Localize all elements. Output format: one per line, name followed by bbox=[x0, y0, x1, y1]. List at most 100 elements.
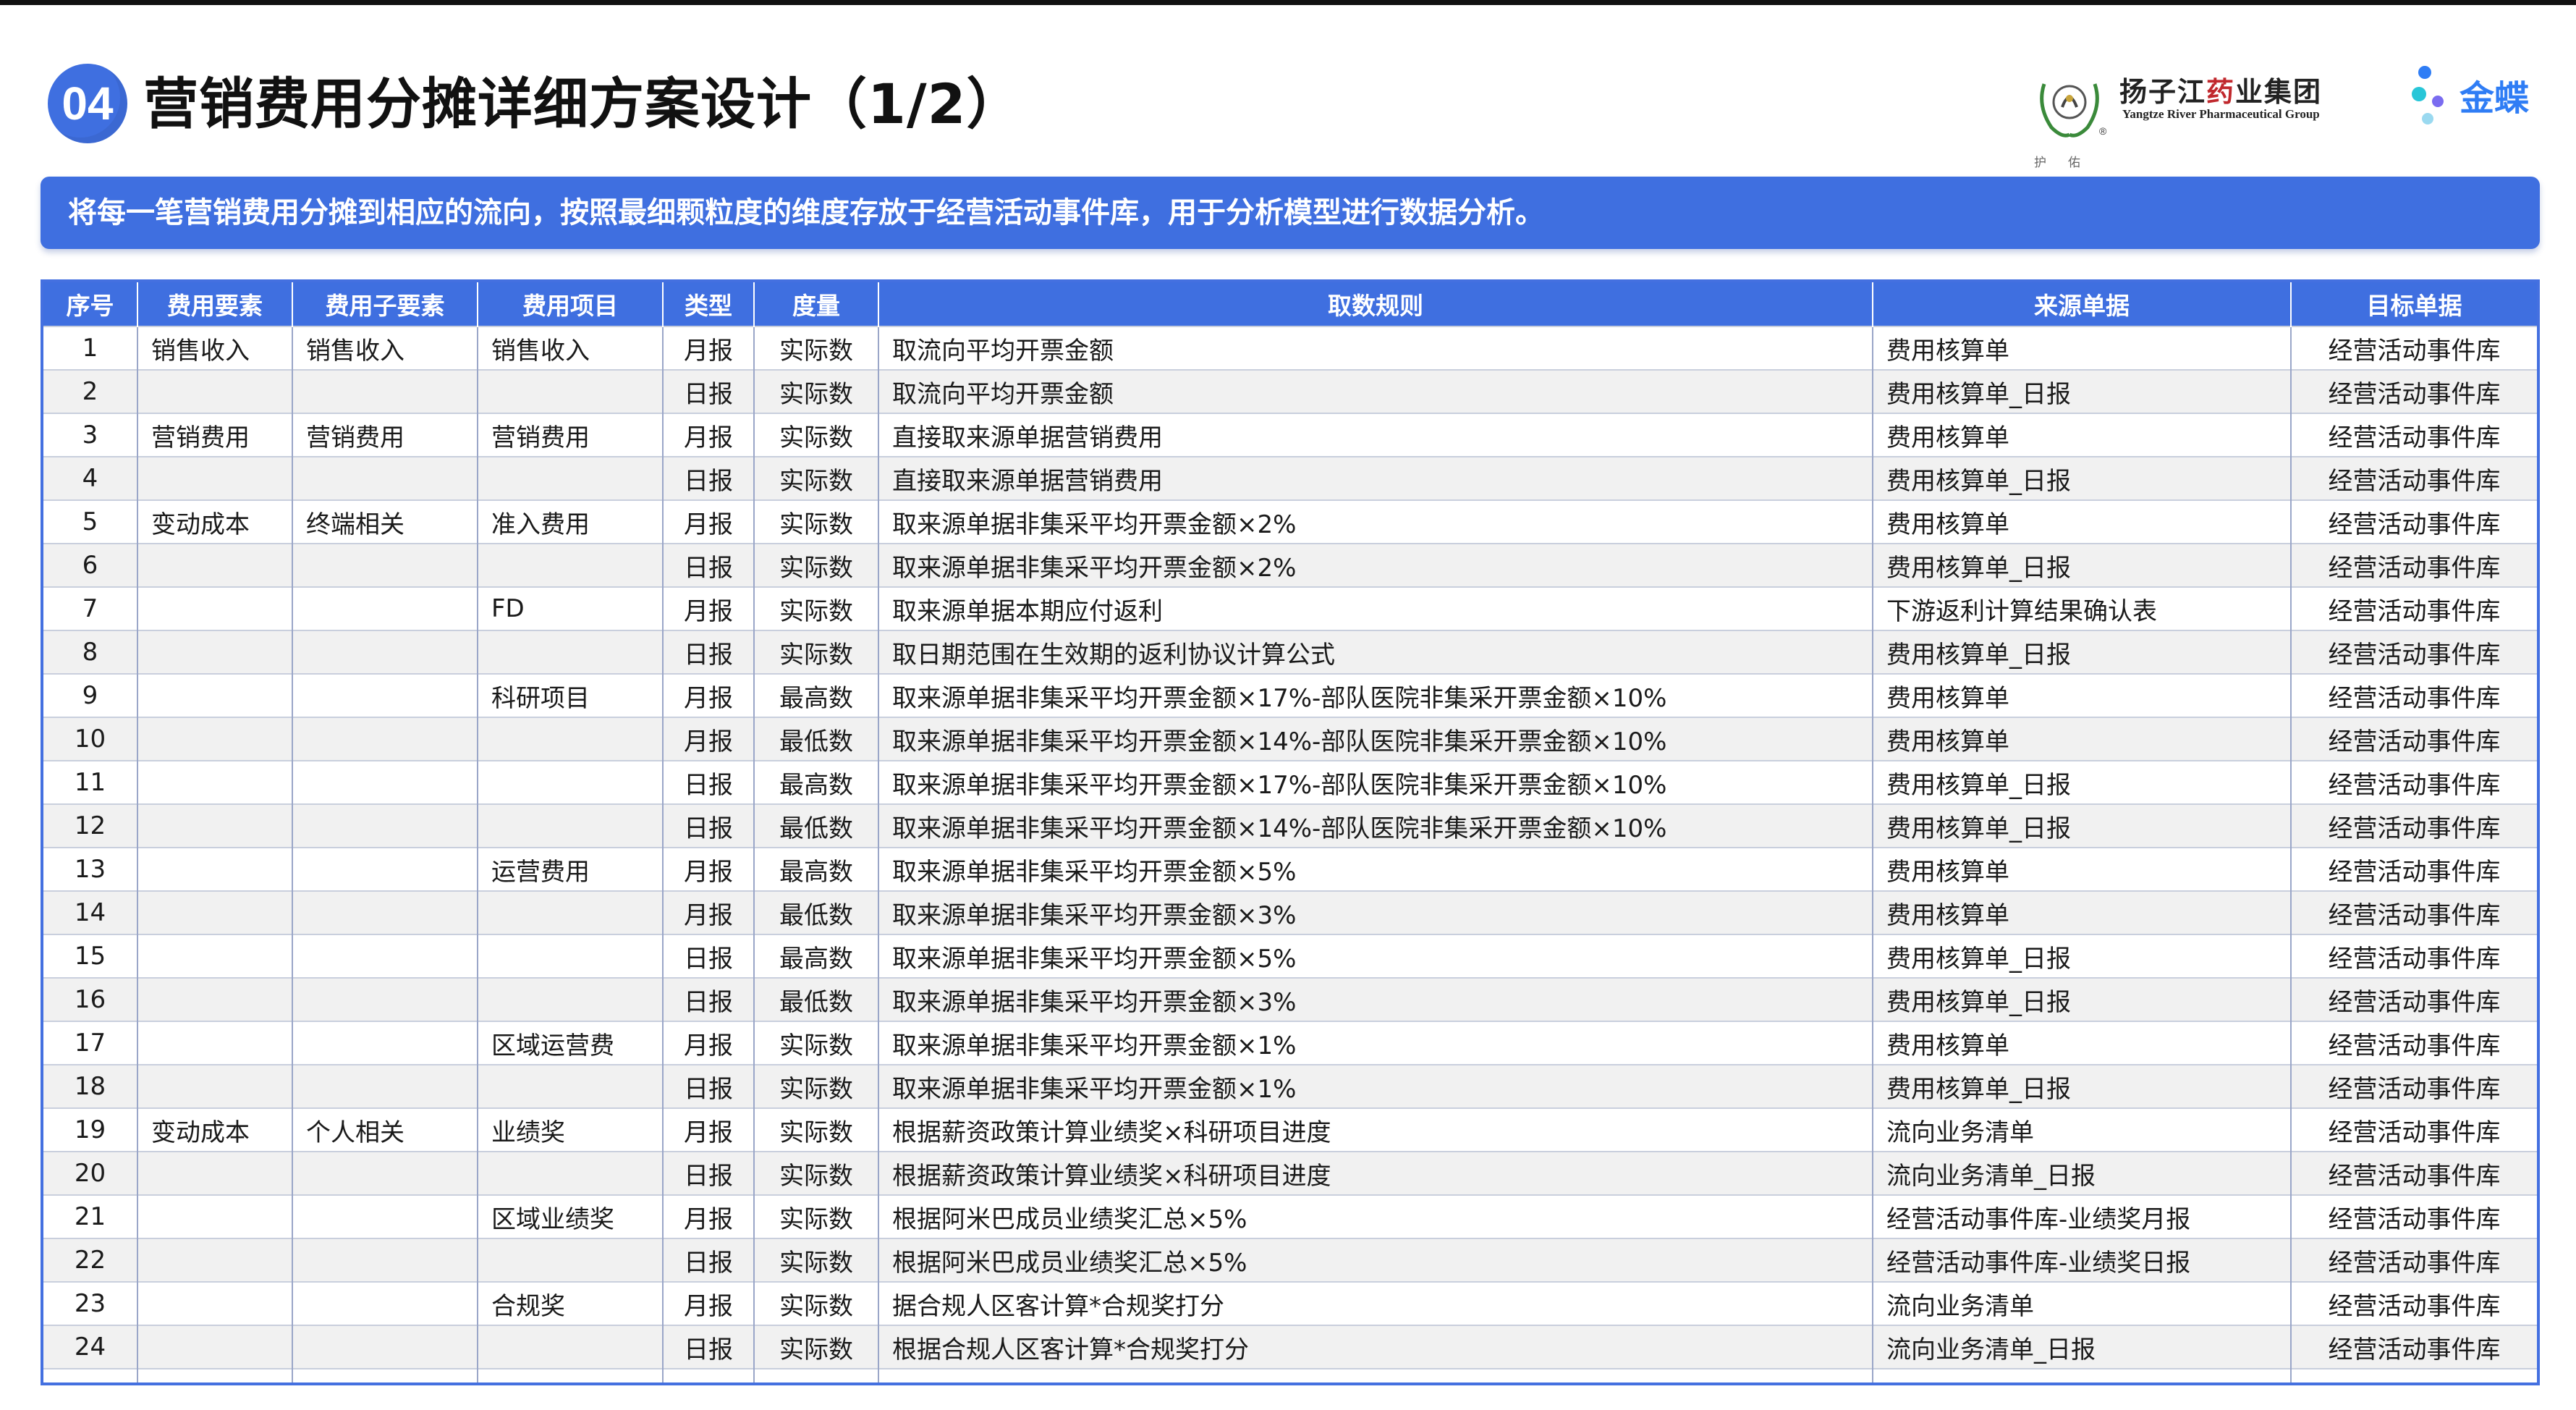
cell-measure: 最高数 bbox=[753, 847, 878, 891]
cell-type: 日报 bbox=[662, 803, 754, 848]
cell-cost-element bbox=[137, 717, 292, 761]
cell-cost-item: 销售收入 bbox=[477, 326, 663, 370]
cell-target-doc: 经营活动事件库 bbox=[2290, 1107, 2537, 1152]
cell-cost-item: 科研项目 bbox=[477, 673, 663, 717]
table-row: 3 营销费用 营销费用 营销费用 月报 实际数 直接取来源单据营销费用 费用核算单 经营活动事件… bbox=[43, 413, 2537, 457]
kingdee-logo-name: 金蝶 bbox=[2460, 78, 2530, 119]
cell-cost-sub-element bbox=[292, 673, 478, 717]
cell-fetch-rule: 取来源单据非集采平均开票金额×17%-部队医院非集采开票金额×10% bbox=[878, 760, 1873, 804]
cell-cost-item bbox=[477, 934, 663, 978]
cell-target-doc: 经营活动事件库 bbox=[2290, 630, 2537, 674]
cell-cost-item: 合规奖 bbox=[477, 1281, 663, 1325]
cell-fetch-rule: 取来源单据非集采平均开票金额×2% bbox=[878, 499, 1873, 544]
cell-seq: 7 bbox=[43, 586, 137, 630]
summary-banner: 将每一笔营销费用分摊到相应的流向，按照最细颗粒度的维度存放于经营活动事件库，用于… bbox=[41, 177, 2540, 249]
cell-cost-element bbox=[137, 760, 292, 804]
cell-cost-element bbox=[137, 369, 292, 413]
cell-measure: 实际数 bbox=[753, 1064, 878, 1108]
cell-type: 月报 bbox=[662, 586, 754, 630]
cell-source-doc: 流向业务清单 bbox=[1872, 1107, 2291, 1152]
cell-measure: 实际数 bbox=[753, 1021, 878, 1065]
cell-seq: 9 bbox=[43, 673, 137, 717]
cell-measure: 最低数 bbox=[753, 977, 878, 1021]
yangtze-logo-english: Yangtze River Pharmaceutical Group bbox=[2122, 107, 2320, 121]
cell-cost-item bbox=[477, 890, 663, 934]
cell-source-doc: 费用核算单_日报 bbox=[1872, 456, 2291, 500]
table-row: 8 日报 实际数 取日期范围在生效期的返利协议计算公式 费用核算单_日报 经营活动事件库 bbox=[43, 630, 2537, 674]
cell-seq: 5 bbox=[43, 499, 137, 544]
cell-cost-element bbox=[137, 1368, 292, 1382]
cell-measure: 实际数 bbox=[753, 1151, 878, 1195]
cell-cost-sub-element bbox=[292, 630, 478, 674]
cell-fetch-rule: 取来源单据非集采平均开票金额×2% bbox=[878, 543, 1873, 587]
table-row: 9 科研项目 月报 最高数 取来源单据非集采平均开票金额×17%-部队医院非集采开票金额… bbox=[43, 673, 2537, 717]
cell-fetch-rule: 取来源单据非集采平均开票金额×17%-部队医院非集采开票金额×10% bbox=[878, 673, 1873, 717]
cell-type: 日报 bbox=[662, 934, 754, 978]
cell-source-doc: 费用核算单 bbox=[1872, 890, 2291, 934]
cell-fetch-rule: 根据合规人区客计算*合规奖打分 bbox=[878, 1325, 1873, 1369]
cell-seq: 13 bbox=[43, 847, 137, 891]
cell-cost-sub-element bbox=[292, 1325, 478, 1369]
cell-cost-item bbox=[477, 630, 663, 674]
cell-type bbox=[662, 1368, 754, 1382]
cell-seq: 14 bbox=[43, 890, 137, 934]
cell-seq: 19 bbox=[43, 1107, 137, 1152]
cell-type: 月报 bbox=[662, 326, 754, 370]
cell-cost-element bbox=[137, 1064, 292, 1108]
cell-cost-element bbox=[137, 1325, 292, 1369]
cell-source-doc: 下游返利计算结果确认表 bbox=[1872, 586, 2291, 630]
cell-source-doc: 流向业务清单_日报 bbox=[1872, 1325, 2291, 1369]
table-row: 24 日报 实际数 根据合规人区客计算*合规奖打分 流向业务清单_日报 经营活动事件库 bbox=[43, 1325, 2537, 1369]
cell-cost-item bbox=[477, 369, 663, 413]
table-row: 5 变动成本 终端相关 准入费用 月报 实际数 取来源单据非集采平均开票金额×2% 费用核算单… bbox=[43, 499, 2537, 544]
column-header-seq: 序号 bbox=[43, 282, 137, 326]
cell-fetch-rule: 取来源单据非集采平均开票金额×1% bbox=[878, 1064, 1873, 1108]
cell-cost-sub-element: 个人相关 bbox=[292, 1107, 478, 1152]
cell-measure: 实际数 bbox=[753, 1194, 878, 1238]
cell-target-doc: 经营活动事件库 bbox=[2290, 369, 2537, 413]
cell-target-doc bbox=[2290, 1368, 2537, 1382]
cell-type: 日报 bbox=[662, 543, 754, 587]
cell-fetch-rule: 取来源单据非集采平均开票金额×3% bbox=[878, 977, 1873, 1021]
cell-cost-item: 运营费用 bbox=[477, 847, 663, 891]
cell-source-doc: 费用核算单_日报 bbox=[1872, 630, 2291, 674]
cell-type: 日报 bbox=[662, 456, 754, 500]
cell-cost-sub-element bbox=[292, 456, 478, 500]
cell-fetch-rule bbox=[878, 1368, 1873, 1382]
cell-source-doc: 费用核算单_日报 bbox=[1872, 369, 2291, 413]
table-row: 19 变动成本 个人相关 业绩奖 月报 实际数 根据薪资政策计算业绩奖×科研项目进度 流向业务… bbox=[43, 1107, 2537, 1152]
cell-type: 月报 bbox=[662, 1107, 754, 1152]
cell-target-doc: 经营活动事件库 bbox=[2290, 326, 2537, 370]
cell-cost-element: 变动成本 bbox=[137, 1107, 292, 1152]
table-row: 20 日报 实际数 根据薪资政策计算业绩奖×科研项目进度 流向业务清单_日报 经营活动事件… bbox=[43, 1151, 2537, 1195]
cell-cost-element bbox=[137, 1238, 292, 1282]
page-title: 营销费用分摊详细方案设计（1/2） bbox=[143, 72, 1022, 136]
cell-target-doc: 经营活动事件库 bbox=[2290, 1325, 2537, 1369]
cell-cost-item bbox=[477, 543, 663, 587]
cell-cost-element bbox=[137, 890, 292, 934]
cell-target-doc: 经营活动事件库 bbox=[2290, 1238, 2537, 1282]
cell-cost-item: 区域运营费 bbox=[477, 1021, 663, 1065]
cell-measure bbox=[753, 1368, 878, 1382]
cell-seq: 22 bbox=[43, 1238, 137, 1282]
cell-fetch-rule: 取来源单据非集采平均开票金额×14%-部队医院非集采开票金额×10% bbox=[878, 803, 1873, 848]
cell-type: 日报 bbox=[662, 630, 754, 674]
cell-target-doc: 经营活动事件库 bbox=[2290, 1064, 2537, 1108]
cell-fetch-rule: 取来源单据非集采平均开票金额×3% bbox=[878, 890, 1873, 934]
table-row: 16 日报 最低数 取来源单据非集采平均开票金额×3% 费用核算单_日报 经营活动事件库 bbox=[43, 977, 2537, 1021]
cell-cost-sub-element: 终端相关 bbox=[292, 499, 478, 544]
cell-cost-element bbox=[137, 803, 292, 848]
cell-cost-sub-element: 销售收入 bbox=[292, 326, 478, 370]
cell-source-doc: 费用核算单_日报 bbox=[1872, 760, 2291, 804]
table-row: 6 日报 实际数 取来源单据非集采平均开票金额×2% 费用核算单_日报 经营活动事件库 bbox=[43, 543, 2537, 587]
cell-cost-item bbox=[477, 760, 663, 804]
cell-type: 月报 bbox=[662, 717, 754, 761]
cell-target-doc: 经营活动事件库 bbox=[2290, 499, 2537, 544]
column-header-cost-sub-element: 费用子要素 bbox=[292, 282, 478, 326]
cell-cost-element bbox=[137, 977, 292, 1021]
cell-seq bbox=[43, 1368, 137, 1382]
column-header-cost-item: 费用项目 bbox=[477, 282, 663, 326]
cell-target-doc: 经营活动事件库 bbox=[2290, 1151, 2537, 1195]
cell-measure: 实际数 bbox=[753, 413, 878, 457]
cell-cost-element bbox=[137, 1194, 292, 1238]
